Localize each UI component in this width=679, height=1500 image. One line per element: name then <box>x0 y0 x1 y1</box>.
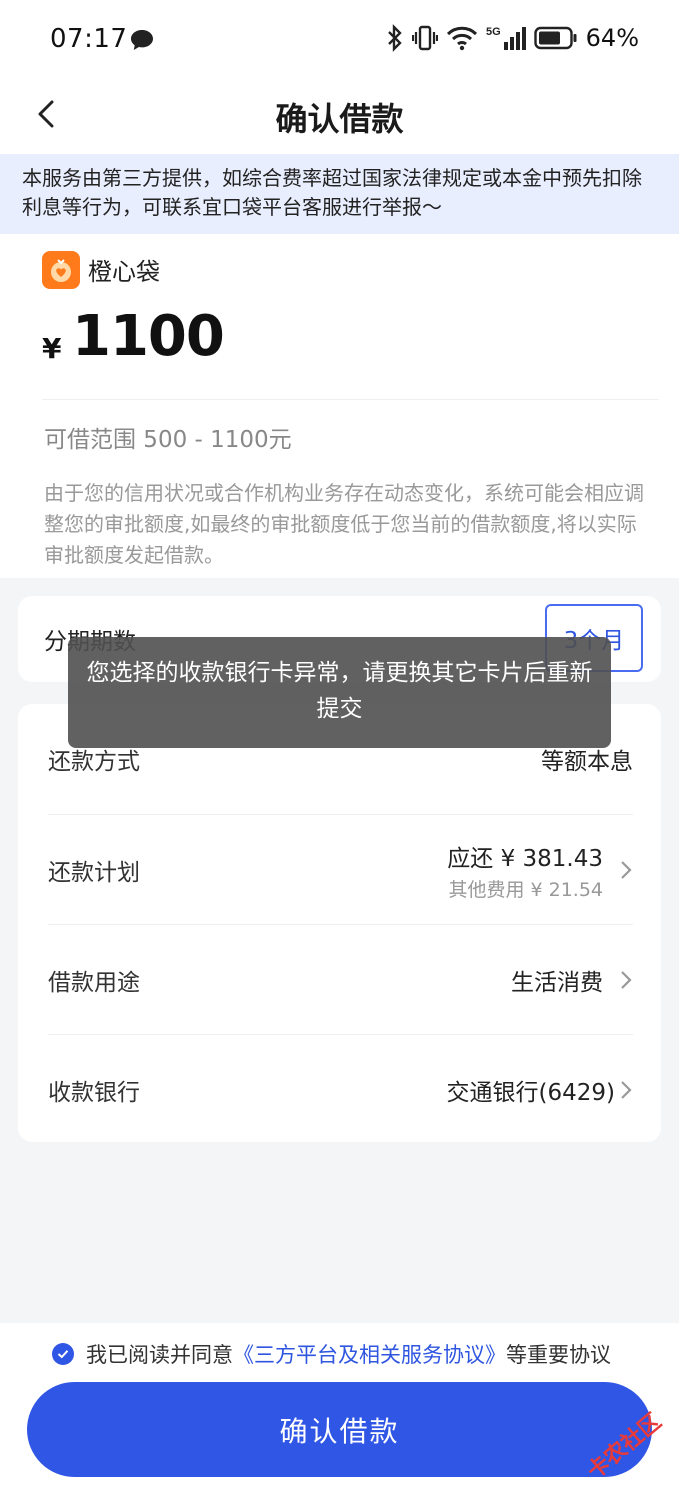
repay-plan-amount: 应还 ¥ 381.43 <box>447 846 603 872</box>
loan-purpose-value: 生活消费 <box>511 970 603 996</box>
check-icon <box>57 1350 69 1359</box>
agreement-link[interactable]: 《三方平台及相关服务协议》 <box>233 1339 506 1369</box>
receiving-bank-label: 收款银行 <box>48 1080 140 1106</box>
svg-text:5G: 5G <box>486 26 501 38</box>
loan-details-card: 还款方式 等额本息 还款计划 应还 ¥ 381.43 其他费用 ¥ 21.54 … <box>18 704 661 1142</box>
repay-plan-fees: 其他费用 ¥ 21.54 <box>448 879 603 901</box>
loan-description: 由于您的信用状况或合作机构业务存在动态变化，系统可能会相应调整您的审批额度,如最… <box>44 481 644 567</box>
vibrate-icon <box>411 25 438 51</box>
nav-bar: 确认借款 <box>0 82 679 154</box>
agreement-row: 我已阅读并同意 《三方平台及相关服务协议》 等重要协议 <box>52 1339 611 1369</box>
loan-amount[interactable]: 1100 <box>72 304 225 369</box>
divider <box>42 399 659 400</box>
wifi-icon <box>446 26 477 51</box>
repay-plan-label: 还款计划 <box>48 860 140 886</box>
chevron-right-icon <box>621 861 632 879</box>
error-toast: 您选择的收款银行卡异常，请更换其它卡片后重新提交 <box>68 637 611 748</box>
lender-name: 橙心袋 <box>88 258 160 286</box>
watermark-logo: 卡农社区 <box>582 1408 666 1484</box>
battery-percentage: 64% <box>585 24 639 52</box>
loan-amount-card: 橙心袋 ¥ 1100 可借范围 500 - 1100元 由于您的信用状况或合作机… <box>0 234 679 578</box>
status-time: 07:17 <box>50 24 128 54</box>
page-title: 确认借款 <box>275 100 404 138</box>
receiving-bank-value: 交通银行(6429) <box>446 1080 615 1106</box>
status-bar: 07:17 5G 64% <box>0 0 679 82</box>
loan-range: 可借范围 500 - 1100元 <box>44 427 292 453</box>
system-icons: 5G 64% <box>386 24 639 52</box>
orange-heart-icon <box>51 259 71 282</box>
confirm-loan-button[interactable]: 确认借款 <box>27 1382 652 1477</box>
chevron-right-icon <box>621 971 632 989</box>
lender-logo <box>42 251 80 289</box>
bluetooth-icon <box>387 24 402 52</box>
agreement-checkbox[interactable] <box>52 1343 74 1365</box>
notice-banner: 本服务由第三方提供，如综合费率超过国家法律规定或本金中预先扣除利息等行为，可联系… <box>0 154 679 234</box>
receiving-bank-row[interactable]: 收款银行 交通银行(6429) <box>48 1034 633 1144</box>
chevron-right-icon <box>621 1081 632 1099</box>
loan-purpose-row[interactable]: 借款用途 生活消费 <box>48 924 633 1034</box>
repay-plan-row[interactable]: 还款计划 应还 ¥ 381.43 其他费用 ¥ 21.54 <box>48 814 633 924</box>
agreement-prefix: 我已阅读并同意 <box>86 1343 233 1367</box>
currency-symbol: ¥ <box>42 332 62 365</box>
agreement-suffix: 等重要协议 <box>506 1343 611 1367</box>
message-icon <box>131 30 153 50</box>
svg-text:卡农社区: 卡农社区 <box>582 1408 666 1484</box>
loan-purpose-label: 借款用途 <box>48 970 140 996</box>
battery-icon <box>533 26 577 50</box>
signal-5g-icon: 5G <box>486 26 526 50</box>
